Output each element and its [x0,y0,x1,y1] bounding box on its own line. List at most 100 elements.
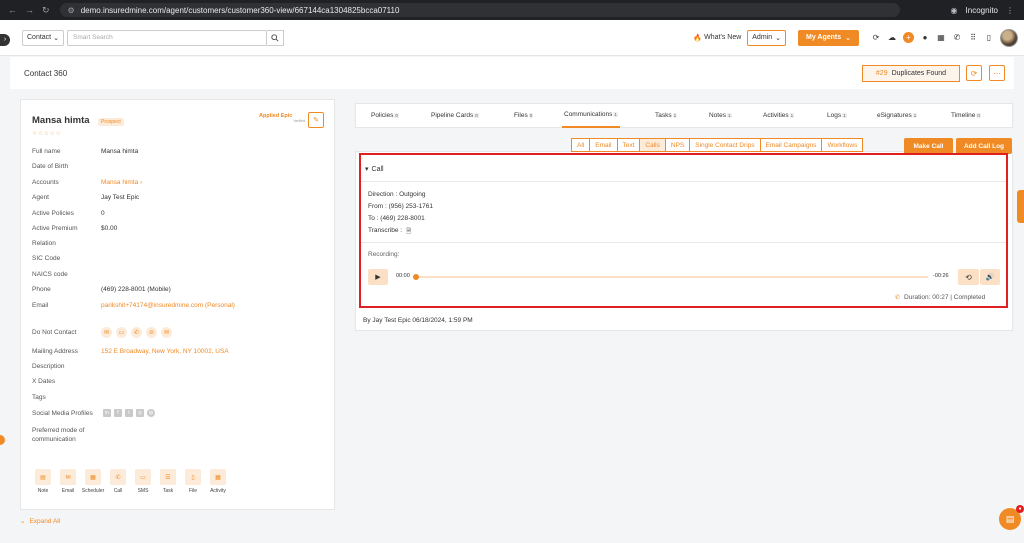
calendar-icon[interactable]: ▦ [936,33,946,43]
sidebar-toggle[interactable]: › [0,34,10,46]
sms-icon[interactable]: ▭ [116,327,127,338]
call-to: To : (469) 228-8001 [368,215,425,222]
phone-icon[interactable]: ✆ [952,33,962,43]
facebook-icon[interactable]: f [114,409,122,417]
flame-icon: 🔥 [693,34,703,42]
search-button[interactable] [267,29,284,46]
whats-new-link[interactable]: 🔥 What's New [693,34,741,42]
quick-action-email[interactable]: ✉ Email [58,469,78,494]
communication-filters: All Email Text Calls NPS Single Contact Drips… [571,138,864,152]
filter-email[interactable]: Email [589,138,618,152]
quick-action-file[interactable]: ▯ File [183,469,203,494]
browser-actions: ◉ Incognito ⋮ [951,6,1024,15]
tab-esignatures[interactable]: eSignatures 1 [875,103,919,128]
tab-pipeline-cards[interactable]: Pipeline Cards 0 [429,103,481,128]
phone-icon[interactable]: ✆ [131,327,142,338]
address-bar[interactable]: ⚙ demo.insuredmine.com/agent/customers/c… [59,3,900,17]
quick-action-call[interactable]: ✆ Call [108,469,128,494]
tab-files[interactable]: Files 0 [512,103,535,128]
duplicates-found-button[interactable]: #29 Duplicates Found [862,65,960,82]
field-value[interactable]: parikshit+74174@insuredmine.com (Persona… [101,302,235,309]
tab-timeline[interactable]: Timeline 0 [949,103,983,128]
instagram-icon[interactable]: ◎ [136,409,144,417]
tab-count-badge: 1 [842,113,847,118]
make-call-button[interactable]: Make Call [904,138,953,154]
field-value: Jay Test Epic [101,194,140,201]
filter-text[interactable]: Text [616,138,641,152]
caret-down-icon: ▾ [365,166,369,173]
back-icon[interactable]: ← [8,5,17,16]
linkedin-icon[interactable]: in [103,409,111,417]
filter-email-campaigns[interactable]: Email Campaigns [759,138,823,152]
filter-nps[interactable]: NPS [664,138,691,152]
field-value: $0.00 [101,225,118,232]
edit-contact-button[interactable]: ✎ [308,112,324,128]
tab-count-badge: 1 [789,113,795,118]
quick-action-label: SMS [137,488,149,494]
chevron-down-icon: ⌄ [845,34,851,42]
tab-communications[interactable]: Communications 1 [562,103,620,128]
side-handle[interactable] [0,435,5,445]
duplicates-count: #29 [875,70,888,77]
quick-action-scheduler[interactable]: ▦ Scheduler [82,469,104,494]
apps-grid-icon[interactable]: ⠿ [968,33,978,43]
menu-icon[interactable]: ⋮ [1006,6,1014,15]
play-button[interactable]: ▶ [368,269,388,285]
audio-progress-thumb[interactable] [413,274,419,280]
add-call-log-button[interactable]: Add Call Log [956,138,1012,154]
tab-logs[interactable]: Logs 1 [825,103,849,128]
mail-icon[interactable]: ✉ [161,327,172,338]
audio-progress-track[interactable] [415,276,928,278]
quick-action-note[interactable]: ▤ Note [33,469,53,494]
filter-single-contact-drips[interactable]: Single Contact Drips [689,138,761,152]
tab-policies[interactable]: Policies 0 [369,103,401,128]
tab-tasks[interactable]: Tasks 1 [653,103,679,128]
mailing-address-value[interactable]: 152 E Broadway, New York, NY 10002, USA [101,348,229,355]
divider [361,181,1006,182]
filter-all[interactable]: All [571,138,591,152]
mailing-address-label: Mailing Address [32,348,78,355]
recording-label: Recording: [368,251,400,258]
no-contact-icon[interactable]: ⊘ [146,327,157,338]
sync-icon[interactable]: ⟳ [871,33,881,43]
feedback-side-tab[interactable] [1017,190,1024,223]
site-info-icon[interactable]: ⚙ [68,6,75,15]
field-label: NAICS code [32,271,68,278]
notification-bell-icon[interactable]: ● [920,33,930,43]
refresh-button[interactable]: ⟳ [966,65,982,81]
filter-workflows[interactable]: Workflows [821,138,864,152]
my-agents-button[interactable]: My Agents ⌄ [797,29,859,46]
add-icon[interactable]: + [903,32,914,43]
search-placeholder: Smart Search [73,34,113,41]
quick-action-task[interactable]: ☰ Task [158,469,178,494]
document-icon[interactable]: 🗎 [406,227,411,238]
field-value[interactable]: Mansa himta › [101,179,142,186]
globe-icon[interactable]: ◍ [147,409,155,417]
page-header: Contact 360 #29 Duplicates Found ⟳ ⋯ [10,57,1014,89]
forward-icon[interactable]: → [25,5,34,16]
contact-type-select[interactable]: Contact ⌄ [22,29,64,46]
tab-activities[interactable]: Activities 1 [761,103,796,128]
email-icon[interactable]: ✉ [101,327,112,338]
tab-notes[interactable]: Notes 1 [707,103,734,128]
admin-select[interactable]: Admin ⌄ [747,29,786,46]
more-options-button[interactable]: ⋯ [989,65,1005,81]
loop-button[interactable]: ⟲ [958,269,979,285]
reload-icon[interactable]: ↻ [42,5,50,16]
star-rating[interactable]: ☆☆☆☆☆ [32,130,61,137]
user-avatar[interactable] [1000,28,1018,47]
volume-button[interactable]: 🔊 [980,269,1000,285]
quick-action-sms[interactable]: ▭ SMS [133,469,153,494]
call-duration: ✆ Duration: 00:27 | Completed [895,294,985,301]
mobile-icon[interactable]: ▯ [984,33,994,43]
do-not-contact-label: Do Not Contact [32,329,77,336]
quick-action-activity[interactable]: ▦ Activity [208,469,228,494]
expand-all-button[interactable]: ⌄ Expand All [20,517,60,526]
pencil-icon: ✎ [313,117,319,124]
filter-calls[interactable]: Calls [639,138,666,152]
cloud-icon[interactable]: ☁ [887,33,897,43]
call-header[interactable]: ▾ Call [365,165,384,174]
twitter-icon[interactable]: t [125,409,133,417]
smart-search-input[interactable]: Smart Search [67,29,267,46]
quick-action-label: Task [162,488,174,494]
